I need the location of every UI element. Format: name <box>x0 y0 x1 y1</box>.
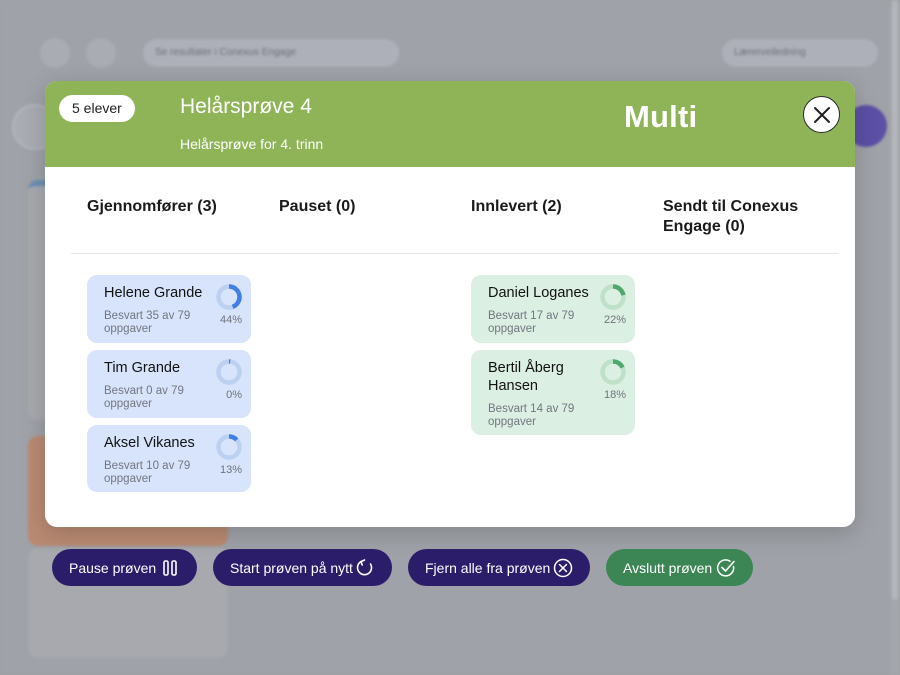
progress-ring-icon <box>216 359 242 385</box>
pause-test-label: Pause prøven <box>69 559 157 576</box>
progress-percent: 44% <box>219 314 242 326</box>
progress-ring-icon <box>216 284 242 310</box>
student-name: Bertil Åberg Hansen <box>488 360 564 394</box>
student-count-badge: 5 elever <box>59 95 135 122</box>
home-icon <box>40 38 70 68</box>
student-card[interactable]: Tim Grande Besvart 0 av 79 oppgaver 0% <box>87 350 251 418</box>
student-progress-text: Besvart 0 av 79 oppgaver <box>104 385 184 410</box>
restart-test-button[interactable]: Start prøven på nytt <box>213 549 392 586</box>
modal-subtitle: Helårsprøve for 4. trinn <box>180 136 324 152</box>
progress-percent: 22% <box>603 314 626 326</box>
student-progress-text: Besvart 14 av 79 oppgaver <box>488 403 575 428</box>
modal-title: Helårsprøve 4 <box>180 95 312 118</box>
student-name: Daniel Loganes <box>488 285 589 301</box>
progress-percent: 13% <box>219 464 242 476</box>
column-title-in-progress: Gjennomfører (3) <box>87 198 217 215</box>
chevron-down-icon <box>86 38 116 68</box>
close-icon <box>813 106 830 123</box>
restart-icon <box>356 559 373 576</box>
student-name: Tim Grande <box>104 360 181 376</box>
close-button[interactable] <box>803 96 840 133</box>
teacher-guide-button: Lærerveiledning <box>722 39 878 67</box>
pause-icon <box>163 560 177 576</box>
student-name: Helene Grande <box>104 285 203 301</box>
column-title-sent: Sendt til Conexus Engage (0) <box>663 198 799 235</box>
restart-test-label: Start prøven på nytt <box>230 559 353 576</box>
progress-ring-icon <box>600 359 626 385</box>
remove-all-button[interactable]: Fjern alle fra prøven <box>408 549 590 586</box>
status-columns-header: Gjennomfører (3) Pauset (0) Innlevert (2… <box>71 167 839 254</box>
progress-percent: 18% <box>603 389 626 401</box>
progress-percent: 0% <box>226 389 242 401</box>
check-circle-icon <box>716 559 735 577</box>
results-link: Se resultater i Conexus Engage <box>143 39 399 67</box>
student-progress-text: Besvart 10 av 79 oppgaver <box>104 460 191 485</box>
student-card[interactable]: Aksel Vikanes Besvart 10 av 79 oppgaver … <box>87 425 251 492</box>
background-scrollbar <box>890 0 900 675</box>
remove-all-label: Fjern alle fra prøven <box>425 559 551 576</box>
column-title-paused: Pauset (0) <box>279 198 356 215</box>
student-card[interactable]: Bertil Åberg Hansen Besvart 14 av 79 opp… <box>471 350 635 435</box>
column-title-submitted: Innlevert (2) <box>471 198 562 215</box>
background-topbar: Se resultater i Conexus Engage Lærerveil… <box>0 0 900 80</box>
multi-logo: Multi <box>624 99 698 134</box>
student-card[interactable]: Helene Grande Besvart 35 av 79 oppgaver … <box>87 275 251 343</box>
test-status-modal: 5 elever Helårsprøve 4 Helårsprøve for 4… <box>45 81 855 527</box>
remove-circle-icon <box>553 558 573 578</box>
finish-test-button[interactable]: Avslutt prøven <box>606 549 753 586</box>
student-progress-text: Besvart 35 av 79 oppgaver <box>104 310 191 335</box>
progress-ring-icon <box>600 284 626 310</box>
student-progress-text: Besvart 17 av 79 oppgaver <box>488 310 575 335</box>
modal-header: 5 elever Helårsprøve 4 Helårsprøve for 4… <box>45 81 855 167</box>
student-card[interactable]: Daniel Loganes Besvart 17 av 79 oppgaver… <box>471 275 635 343</box>
student-name: Aksel Vikanes <box>104 435 195 451</box>
pause-test-button[interactable]: Pause prøven <box>52 549 197 586</box>
finish-test-label: Avslutt prøven <box>623 559 713 576</box>
progress-ring-icon <box>216 434 242 460</box>
